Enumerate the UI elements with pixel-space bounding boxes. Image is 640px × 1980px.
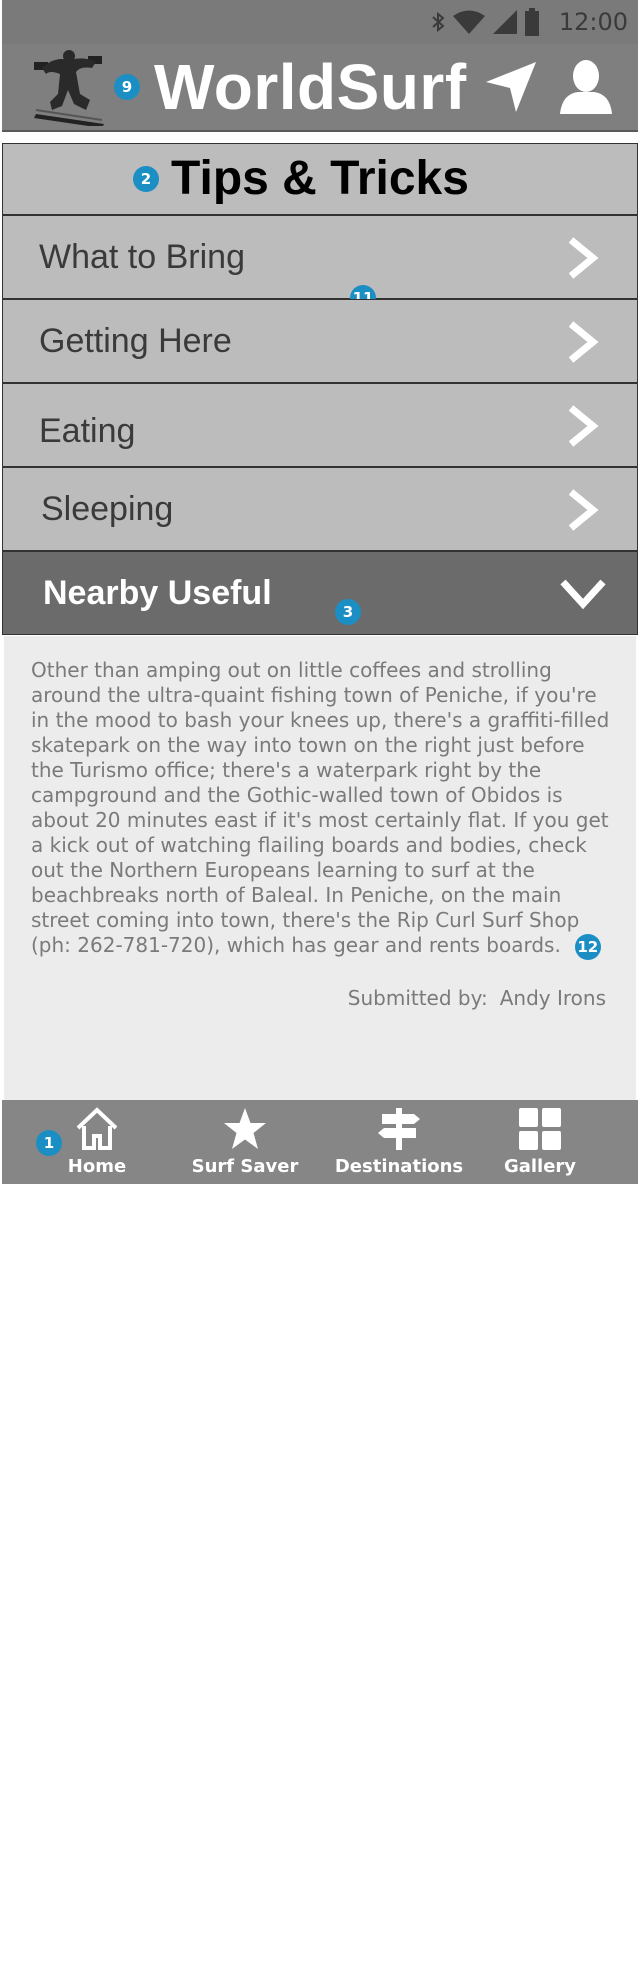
chevron-right-icon	[568, 405, 599, 447]
menu-item-label: What to Bring	[39, 238, 245, 276]
menu-item-getting-here[interactable]: Getting Here	[2, 299, 638, 383]
bottom-navigation: 1 Home Surf Saver Destinations Gallery	[2, 1100, 638, 1184]
tip-body-text: Other than amping out on little coffees …	[31, 658, 610, 957]
profile-icon[interactable]	[558, 58, 614, 114]
menu-item-eating[interactable]: Eating	[2, 383, 638, 467]
tab-surf-saver[interactable]: Surf Saver	[180, 1100, 310, 1184]
battery-icon	[525, 8, 539, 36]
phone-screen: 12:00 9 WorldSurf 2 Tips & Tricks What t…	[2, 0, 638, 1195]
grid-icon	[519, 1108, 561, 1150]
tab-home[interactable]: Home	[42, 1100, 152, 1184]
tab-label: Home	[67, 1156, 127, 1177]
tab-destinations[interactable]: Destinations	[328, 1100, 470, 1184]
submitted-by: Submitted by: Andy Irons	[348, 986, 606, 1010]
chevron-right-icon	[568, 321, 599, 363]
tab-gallery[interactable]: Gallery	[490, 1100, 590, 1184]
surfer-logo	[34, 50, 104, 126]
annotation-badge-9: 9	[114, 74, 140, 100]
wifi-icon	[453, 10, 485, 34]
chevron-right-icon	[568, 489, 599, 531]
tab-label: Gallery	[503, 1156, 577, 1177]
app-bar: 9 WorldSurf	[2, 44, 638, 132]
chevron-right-icon	[568, 237, 599, 279]
home-icon	[76, 1107, 118, 1150]
signpost-icon	[378, 1108, 420, 1150]
tab-label: Surf Saver	[191, 1156, 299, 1177]
navigation-arrow-icon[interactable]	[484, 60, 538, 114]
submitted-by-name: Andy Irons	[499, 986, 606, 1010]
bluetooth-icon	[432, 11, 445, 33]
menu-item-sleeping[interactable]: Sleeping	[2, 467, 638, 551]
status-bar: 12:00	[2, 0, 638, 45]
tip-body: Other than amping out on little coffees …	[31, 658, 619, 960]
tip-content-panel: Other than amping out on little coffees …	[4, 636, 636, 1100]
menu-item-label: Eating	[39, 412, 136, 450]
menu-item-label: Getting Here	[39, 322, 232, 360]
annotation-badge-3: 3	[335, 599, 361, 625]
page-title: Tips & Tricks	[171, 152, 469, 205]
cell-signal-icon	[493, 10, 517, 34]
status-icons	[430, 8, 540, 36]
chevron-down-icon	[560, 579, 606, 610]
submitted-by-label: Submitted by:	[347, 986, 488, 1010]
status-time: 12:00	[558, 8, 628, 36]
menu-item-nearby-useful[interactable]: Nearby Useful 3	[2, 551, 638, 635]
menu-item-what-to-bring[interactable]: What to Bring	[2, 215, 638, 299]
annotation-badge-12: 12	[574, 933, 601, 960]
tab-label: Destinations	[334, 1156, 464, 1177]
star-icon	[224, 1108, 266, 1149]
menu-item-label: Sleeping	[41, 490, 174, 528]
app-title: WorldSurf	[154, 51, 467, 123]
page-header: 2 Tips & Tricks	[2, 143, 638, 215]
menu-item-label: Nearby Useful	[43, 574, 272, 612]
